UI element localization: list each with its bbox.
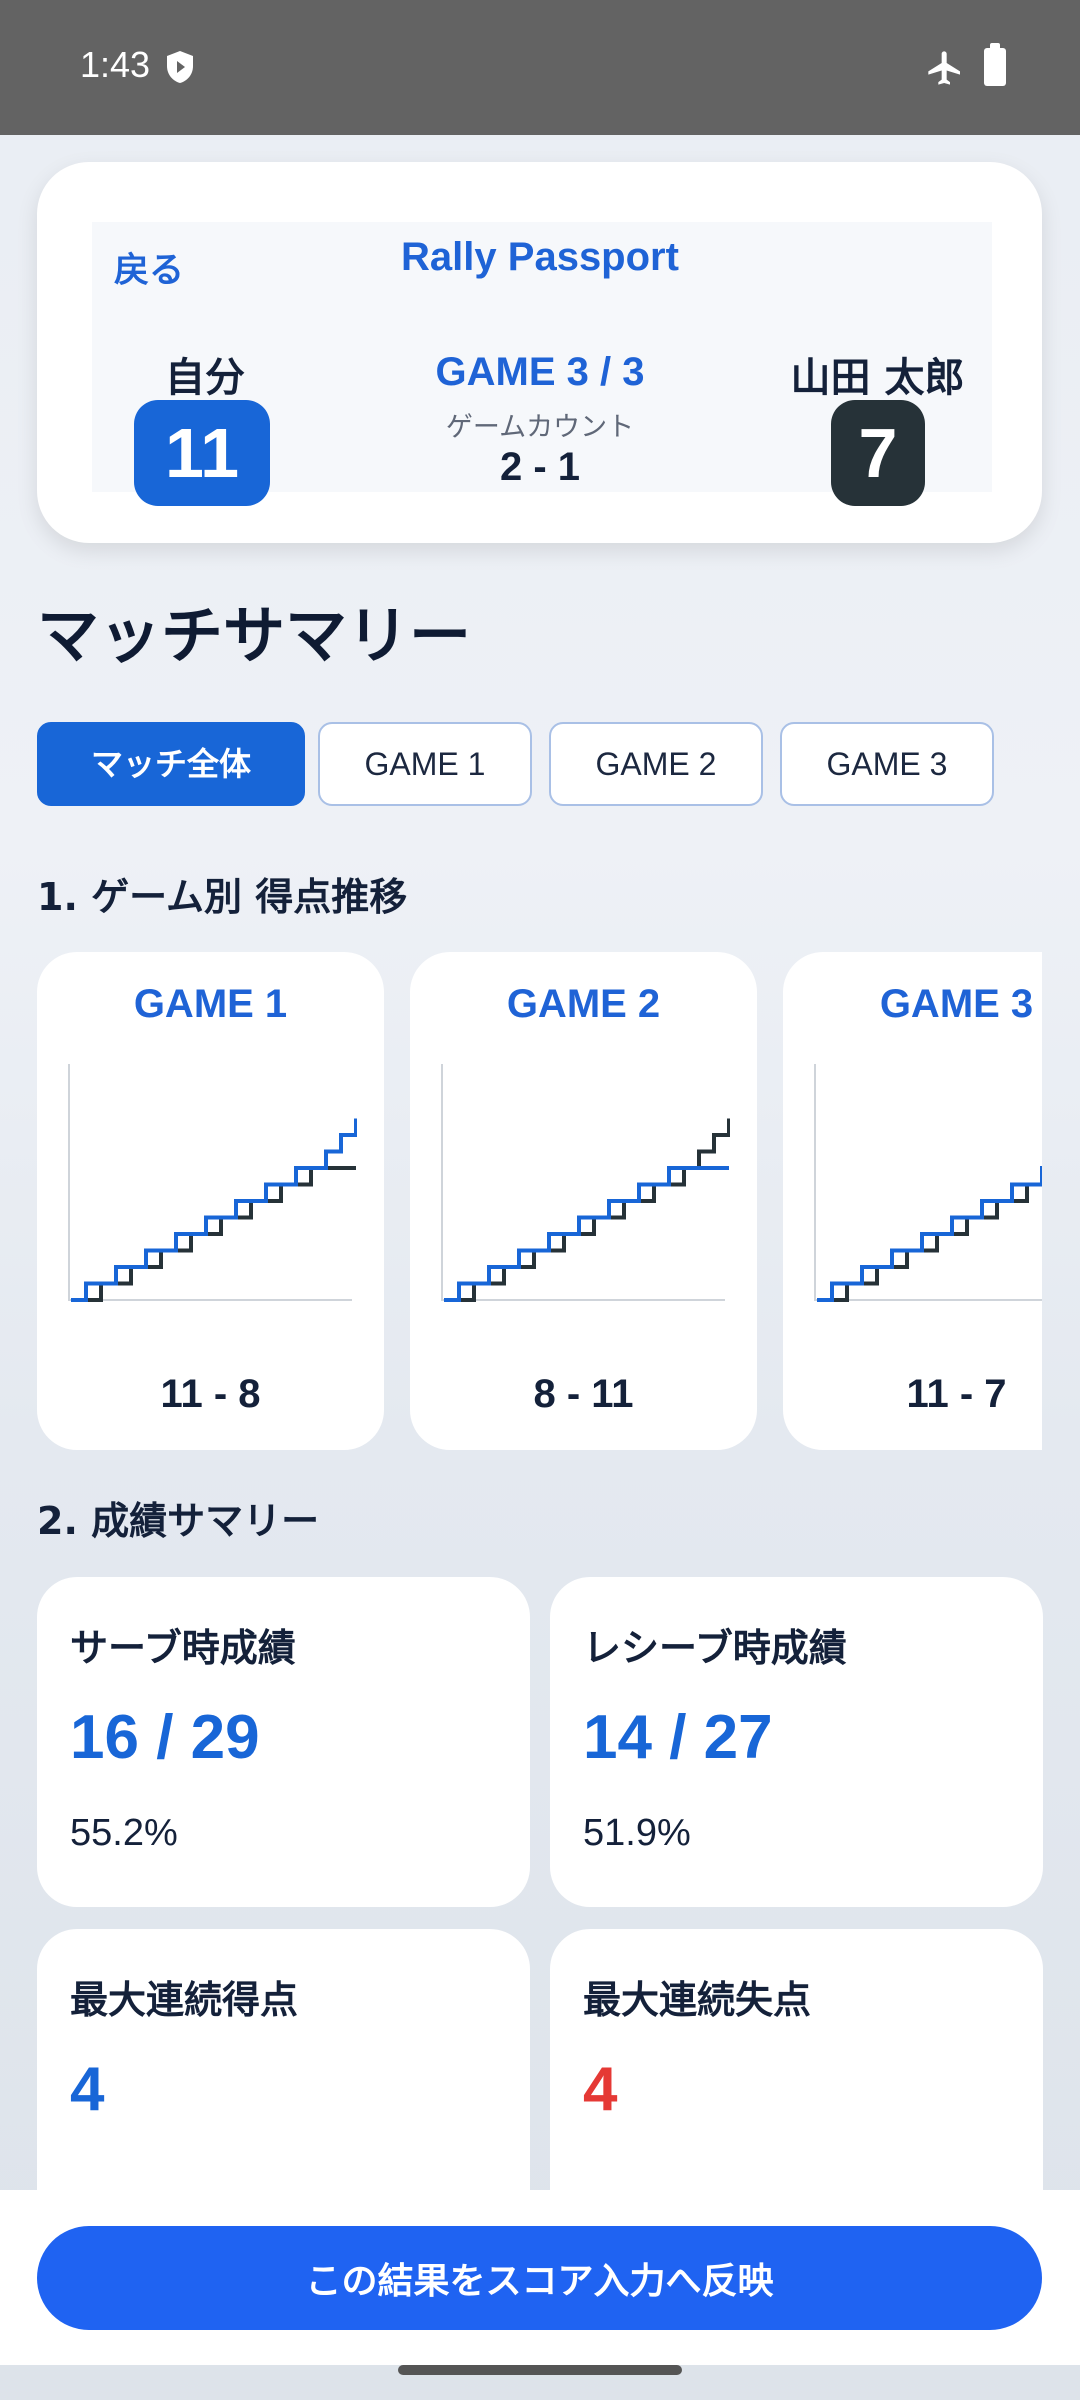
opponent-score-line (444, 1118, 730, 1302)
stat-value: 16 / 29 (70, 1703, 260, 1772)
status-time: 1:43 (80, 44, 151, 85)
player-score-badge: 11 (134, 400, 270, 506)
game-card-score: 8 - 11 (533, 1372, 634, 1416)
game-card[interactable]: GAME 1 11 - 8 (37, 952, 384, 1450)
score-step-chart (441, 1064, 730, 1302)
app-title: Rally Passport (401, 235, 679, 279)
stat-value: 4 (583, 2055, 618, 2124)
opponent-score-line (71, 1166, 356, 1302)
player-label: 自分 (165, 355, 245, 401)
tab-game-2[interactable]: GAME 2 (549, 722, 763, 806)
game-card-score: 11 - 8 (160, 1372, 261, 1416)
back-button[interactable]: 戻る (114, 242, 184, 293)
game-chart-carousel[interactable]: GAME 1 11 - 8 GAME 2 8 - 11 GAME 3 11 - … (37, 952, 1042, 1452)
game-count-value: 2 - 1 (499, 445, 581, 489)
opponent-score-badge: 7 (831, 400, 925, 506)
stat-label: 最大連続得点 (70, 1978, 299, 2022)
player-score-line (71, 1118, 357, 1302)
game-card[interactable]: GAME 2 8 - 11 (410, 952, 757, 1450)
score-step-chart (814, 1064, 1042, 1302)
stat-label: 最大連続失点 (583, 1978, 812, 2022)
stat-percent: 55.2% (70, 1812, 178, 1854)
stat-percent: 51.9% (583, 1812, 691, 1854)
tab-game-3[interactable]: GAME 3 (780, 722, 994, 806)
game-card-title: GAME 1 (133, 982, 288, 1026)
serve-stats-card: サーブ時成績 16 / 29 55.2% (37, 1577, 530, 1907)
game-card-score: 11 - 7 (906, 1372, 1007, 1416)
stat-label: レシーブ時成績 (583, 1626, 847, 1670)
stat-label: サーブ時成績 (70, 1626, 296, 1670)
receive-stats-card: レシーブ時成績 14 / 27 51.9% (550, 1577, 1043, 1907)
stat-value: 14 / 27 (583, 1703, 773, 1772)
status-bar: 1:43 (0, 0, 1080, 135)
tab-match-overall[interactable]: マッチ全体 (37, 722, 305, 806)
airplane-icon (928, 51, 960, 85)
game-count-label: ゲームカウント (445, 412, 635, 443)
page-title: マッチサマリー (37, 599, 472, 672)
game-card[interactable]: GAME 3 11 - 7 (783, 952, 1042, 1450)
opponent-label: 山田 太郎 (790, 355, 965, 401)
apply-to-score-input-button[interactable]: この結果をスコア入力へ反映 (37, 2226, 1042, 2330)
game-card-title: GAME 3 (879, 982, 1034, 1026)
battery-icon (984, 43, 1006, 86)
game-card-title: GAME 2 (506, 982, 661, 1026)
shield-icon (167, 51, 193, 83)
score-step-chart (68, 1064, 357, 1302)
stat-value: 4 (70, 2055, 105, 2124)
home-indicator[interactable] (398, 2365, 682, 2375)
game-indicator: GAME 3 / 3 (435, 350, 645, 394)
player-score-line (817, 1166, 1042, 1302)
tab-game-1[interactable]: GAME 1 (318, 722, 532, 806)
chart-axis (814, 1064, 1042, 1301)
section-stats-summary-title: 2. 成績サマリー (37, 1499, 320, 1543)
section-score-progression-title: 1. ゲーム別 得点推移 (37, 875, 408, 919)
